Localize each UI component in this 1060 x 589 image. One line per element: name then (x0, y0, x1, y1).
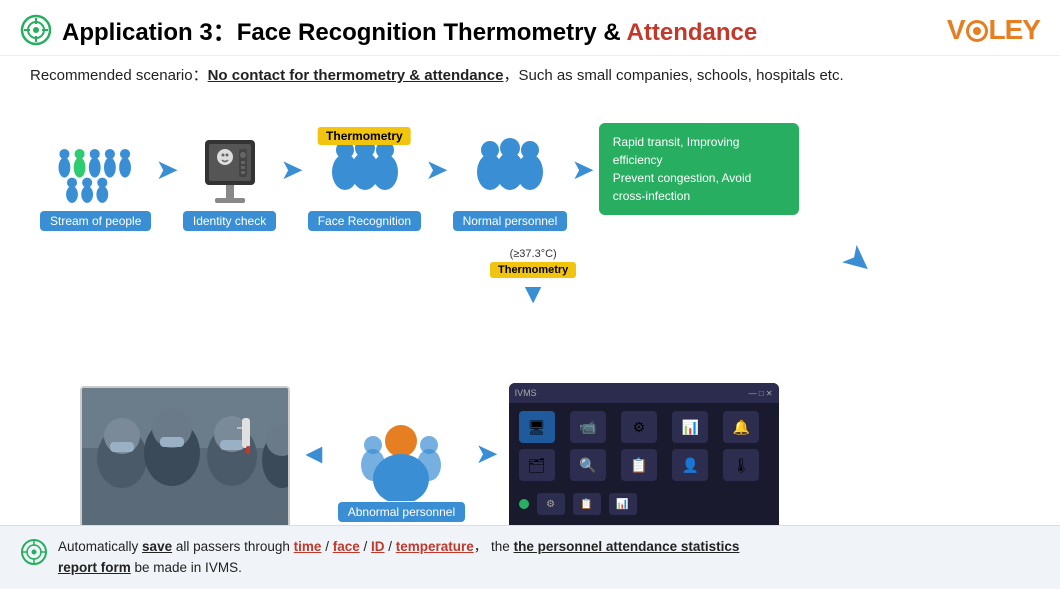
diagram: Stream of people ➤ (0, 93, 1060, 523)
normal-people-image (470, 135, 550, 205)
normal-label: Normal personnel (453, 211, 568, 231)
bottom-slash3: / (385, 539, 396, 554)
ivms-small-1[interactable]: ⚙ (537, 493, 565, 515)
bottom-text: Automatically save all passers through t… (58, 536, 1040, 579)
ivms-box: IVMS — □ ✕ 🖥 📹 ⚙ 📊 🔔 🗂 🔍 📋 👤 🌡 (509, 383, 779, 538)
bottom-slash2: / (360, 539, 371, 554)
bottom-comma: ， the (474, 539, 514, 554)
arrow-1: ➤ (155, 153, 178, 186)
arrow-2: ➤ (280, 153, 303, 186)
scenario-label: Recommended scenario： (30, 67, 208, 84)
bottom-save: save (142, 539, 172, 554)
thermometry-down-badge: Thermometry (490, 262, 576, 278)
bottom-slash1: / (321, 539, 332, 554)
scenario-rest: ，Such as small companies, schools, hospi… (503, 67, 843, 84)
header-title: Application 3：Face Recognition Thermomet… (62, 12, 757, 47)
arrow-3: ➤ (425, 153, 448, 186)
bottom-after: be made in IVMS. (131, 560, 242, 575)
flow-item-identity: Identity check (183, 135, 276, 231)
ivms-bottom-row: ⚙ 📋 📊 (509, 489, 779, 519)
ivms-title: IVMS (515, 388, 537, 398)
green-line-2: Prevent congestion, Avoid cross-infectio… (613, 169, 785, 205)
ivms-icon-6[interactable]: 🗂 (519, 449, 555, 481)
bottom-report: report form (58, 560, 131, 575)
ivms-status-dot (519, 499, 529, 509)
ivms-small-2[interactable]: 📋 (573, 493, 601, 515)
arrow-4: ➤ (571, 153, 594, 186)
face-recognition-image (324, 135, 404, 205)
flow-item-stream: Stream of people (40, 135, 151, 231)
stream-label: Stream of people (40, 211, 151, 231)
ivms-icon-10[interactable]: 🌡 (723, 449, 759, 481)
abnormal-person-image (361, 426, 441, 496)
manual-photo (80, 386, 290, 536)
diagonal-arrow: ➤ (836, 237, 881, 283)
bottom-stats: the personnel attendance statistics (514, 539, 740, 554)
green-line-1: Rapid transit, Improving efficiency (613, 133, 785, 169)
stream-people-image (56, 135, 136, 205)
logo: VLEY (947, 14, 1040, 46)
identity-label: Identity check (183, 211, 276, 231)
header: Application 3：Face Recognition Thermomet… (0, 0, 1060, 56)
flow-item-normal: Normal personnel (453, 135, 568, 231)
arrow-down: ▼ (519, 280, 547, 308)
ivms-icon-1[interactable]: 🖥 (519, 411, 555, 443)
arrow-left-manual: ◄ (300, 438, 328, 470)
ivms-top-bar: IVMS — □ ✕ (509, 383, 779, 403)
ivms-icon-9[interactable]: 👤 (672, 449, 708, 481)
bottom-auto: Automatically (58, 539, 142, 554)
ivms-small-3[interactable]: 📊 (609, 493, 637, 515)
bottom-face: face (333, 539, 360, 554)
identity-device-image (190, 135, 270, 205)
ivms-icon-2[interactable]: 📹 (570, 411, 606, 443)
temp-threshold: (≥37.3°C) (510, 248, 557, 260)
bottom-mid: all passers through (172, 539, 294, 554)
ivms-icon-4[interactable]: 📊 (672, 411, 708, 443)
ivms-icon-8[interactable]: 📋 (621, 449, 657, 481)
app-icon (20, 14, 52, 46)
flow-item-face: Thermometry Face Recognition (308, 135, 421, 231)
arrow-right-ivms: ➤ (475, 437, 498, 470)
bottom-time: time (294, 539, 322, 554)
bottom-icon (20, 538, 48, 566)
ivms-icons-grid: 🖥 📹 ⚙ 📊 🔔 🗂 🔍 📋 👤 🌡 (509, 403, 779, 489)
ivms-icon-5[interactable]: 🔔 (723, 411, 759, 443)
abnormal-person-item: Abnormal personnel (338, 426, 465, 522)
bottom-temperature: temperature (396, 539, 474, 554)
abnormal-label: Abnormal personnel (338, 502, 465, 522)
bottom-bar: Automatically save all passers through t… (0, 525, 1060, 589)
ivms-icon-7[interactable]: 🔍 (570, 449, 606, 481)
thermometry-down-area: (≥37.3°C) Thermometry ▼ (490, 248, 576, 308)
green-result-box: Rapid transit, Improving efficiency Prev… (599, 123, 799, 215)
ivms-icon-3[interactable]: ⚙ (621, 411, 657, 443)
face-label: Face Recognition (308, 211, 421, 231)
bottom-id: ID (371, 539, 385, 554)
flow-row: Stream of people ➤ (40, 123, 1030, 243)
scenario-highlight: No contact for thermometry & attendance (208, 67, 504, 84)
scenario-line: Recommended scenario：No contact for ther… (0, 56, 1060, 93)
ivms-bar-controls: — □ ✕ (749, 389, 773, 398)
thermometry-badge: Thermometry (318, 127, 411, 145)
